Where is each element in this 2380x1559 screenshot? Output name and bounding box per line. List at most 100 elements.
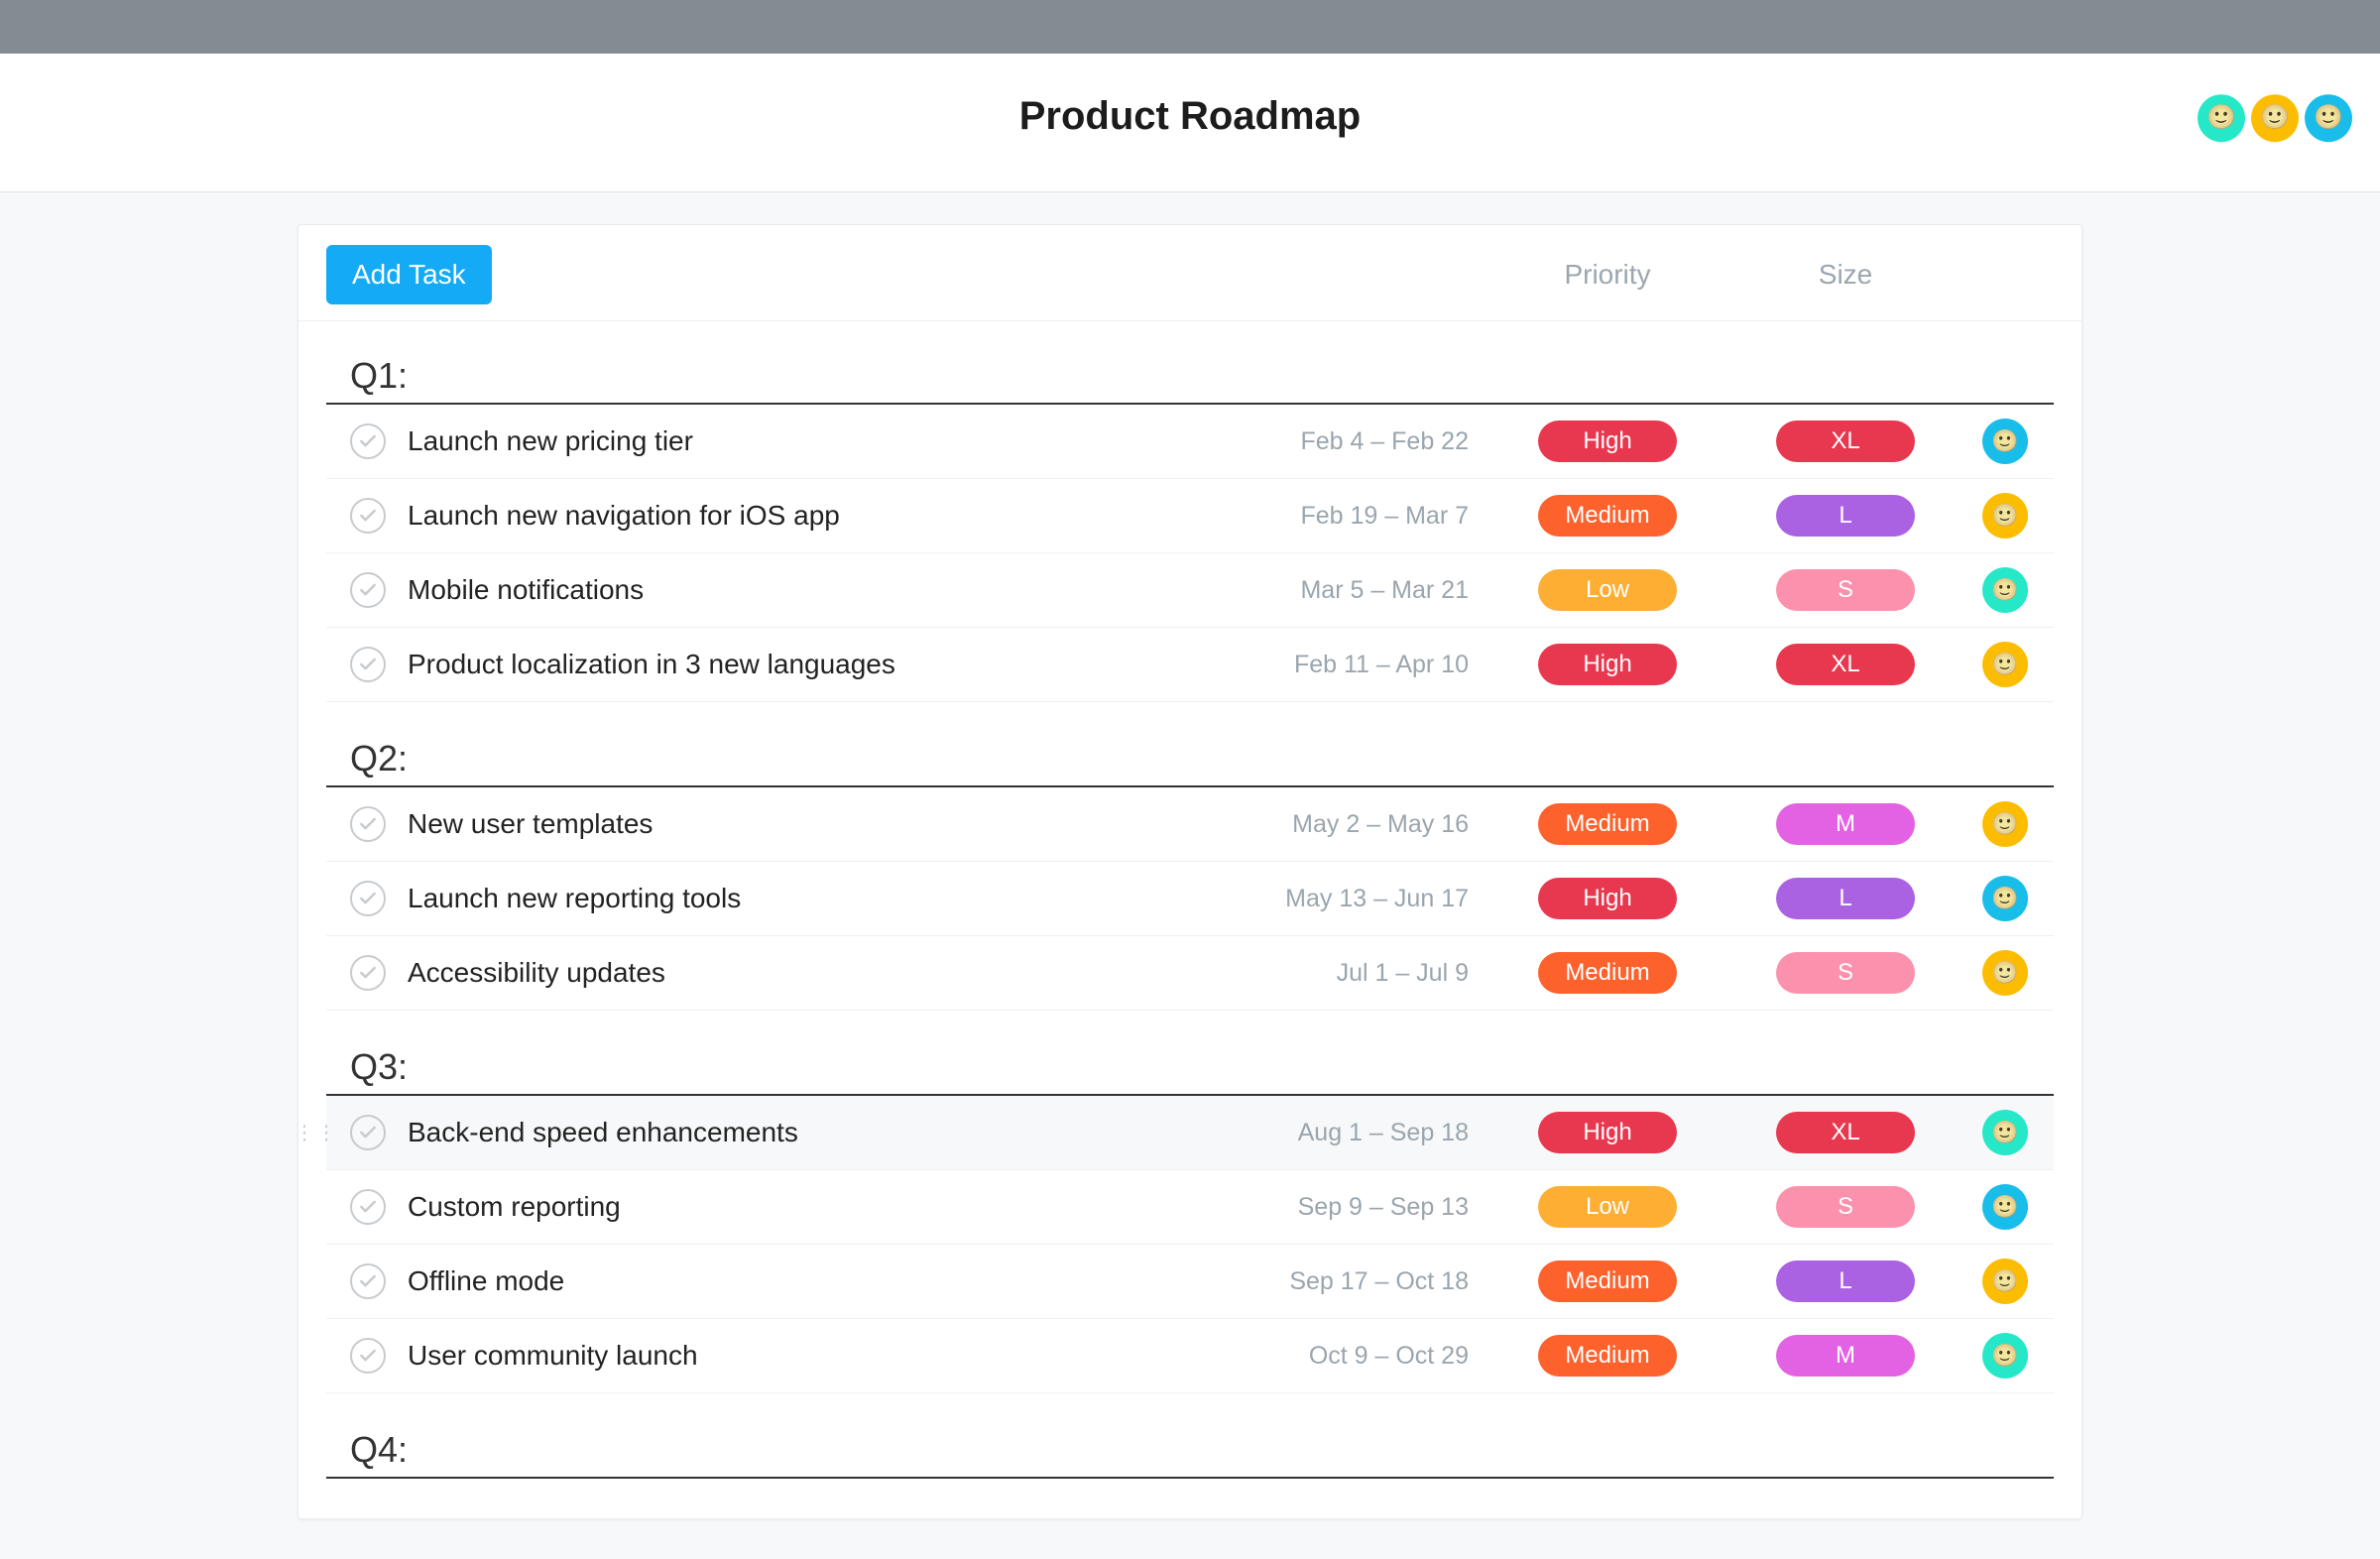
avatar[interactable]: 🙂: [1982, 419, 2028, 464]
column-headers: Priority Size: [1488, 259, 2054, 291]
tag-pill[interactable]: L: [1776, 495, 1915, 537]
size-cell: S: [1726, 1186, 1964, 1228]
size-cell: XL: [1726, 420, 1964, 462]
task-row[interactable]: ⋮⋮Back-end speed enhancementsAug 1 – Sep…: [326, 1096, 2054, 1170]
task-date-range[interactable]: Feb 19 – Mar 7: [1241, 502, 1488, 531]
task-date-range[interactable]: Oct 9 – Oct 29: [1241, 1342, 1488, 1371]
tag-pill[interactable]: Medium: [1538, 952, 1677, 994]
priority-cell: Medium: [1488, 803, 1726, 845]
task-name[interactable]: Launch new reporting tools: [408, 883, 1241, 914]
avatar[interactable]: 🙂: [1982, 493, 2028, 539]
tag-pill[interactable]: High: [1538, 644, 1677, 685]
task-date-range[interactable]: Sep 9 – Sep 13: [1241, 1193, 1488, 1222]
task-row[interactable]: ⋮⋮Custom reportingSep 9 – Sep 13LowS🙂: [326, 1170, 2054, 1245]
avatar[interactable]: 🙂: [1982, 1259, 2028, 1304]
size-cell: XL: [1726, 644, 1964, 685]
tag-pill[interactable]: Medium: [1538, 1335, 1677, 1377]
tag-pill[interactable]: XL: [1776, 644, 1915, 685]
assignee-cell: 🙂: [1964, 1259, 2054, 1304]
avatar[interactable]: 🙂: [1982, 1333, 2028, 1379]
avatar[interactable]: 🙂: [1982, 801, 2028, 847]
task-row[interactable]: ⋮⋮User community launchOct 9 – Oct 29Med…: [326, 1319, 2054, 1393]
complete-toggle[interactable]: [350, 1115, 386, 1150]
task-date-range[interactable]: May 2 – May 16: [1241, 810, 1488, 839]
task-row[interactable]: ⋮⋮Offline modeSep 17 – Oct 18MediumL🙂: [326, 1245, 2054, 1319]
task-date-range[interactable]: Jul 1 – Jul 9: [1241, 959, 1488, 988]
task-name[interactable]: Accessibility updates: [408, 957, 1241, 989]
section: Q2:⋮⋮New user templatesMay 2 – May 16Med…: [326, 702, 2054, 1011]
complete-toggle[interactable]: [350, 1263, 386, 1299]
task-name[interactable]: Launch new pricing tier: [408, 425, 1241, 457]
task-name[interactable]: User community launch: [408, 1340, 1241, 1372]
tag-pill[interactable]: XL: [1776, 420, 1915, 462]
section-heading[interactable]: Q1:: [326, 327, 2054, 405]
avatar[interactable]: 🙂: [1982, 876, 2028, 921]
complete-toggle[interactable]: [350, 572, 386, 608]
task-name[interactable]: New user templates: [408, 808, 1241, 840]
complete-toggle[interactable]: [350, 806, 386, 842]
task-row[interactable]: ⋮⋮Product localization in 3 new language…: [326, 628, 2054, 702]
task-name[interactable]: Product localization in 3 new languages: [408, 649, 1241, 680]
tag-pill[interactable]: L: [1776, 878, 1915, 919]
task-row[interactable]: ⋮⋮Launch new reporting toolsMay 13 – Jun…: [326, 862, 2054, 936]
tag-pill[interactable]: Medium: [1538, 1260, 1677, 1302]
tag-pill[interactable]: M: [1776, 1335, 1915, 1377]
task-date-range[interactable]: Sep 17 – Oct 18: [1241, 1267, 1488, 1296]
add-task-button[interactable]: Add Task: [326, 245, 492, 304]
tag-pill[interactable]: S: [1776, 952, 1915, 994]
section-heading[interactable]: Q3:: [326, 1011, 2054, 1096]
tag-pill[interactable]: Medium: [1538, 495, 1677, 537]
task-row[interactable]: ⋮⋮Accessibility updatesJul 1 – Jul 9Medi…: [326, 936, 2054, 1011]
task-date-range[interactable]: Feb 4 – Feb 22: [1241, 427, 1488, 456]
section-heading[interactable]: Q4:: [326, 1393, 2054, 1479]
tag-pill[interactable]: L: [1776, 1260, 1915, 1302]
tag-pill[interactable]: High: [1538, 878, 1677, 919]
task-name[interactable]: Mobile notifications: [408, 574, 1241, 606]
complete-toggle[interactable]: [350, 1338, 386, 1374]
priority-cell: High: [1488, 420, 1726, 462]
avatar[interactable]: 🙂: [1982, 1110, 2028, 1155]
task-name[interactable]: Back-end speed enhancements: [408, 1117, 1241, 1148]
complete-toggle[interactable]: [350, 647, 386, 682]
task-row[interactable]: ⋮⋮Launch new pricing tierFeb 4 – Feb 22H…: [326, 405, 2054, 479]
avatar[interactable]: 🙂: [2305, 94, 2352, 142]
avatar[interactable]: 🙂: [1982, 642, 2028, 687]
task-name[interactable]: Offline mode: [408, 1265, 1241, 1297]
tag-pill[interactable]: Low: [1538, 1186, 1677, 1228]
complete-toggle[interactable]: [350, 1189, 386, 1225]
tag-pill[interactable]: Medium: [1538, 803, 1677, 845]
task-date-range[interactable]: May 13 – Jun 17: [1241, 885, 1488, 913]
section-heading[interactable]: Q2:: [326, 702, 2054, 787]
tag-pill[interactable]: M: [1776, 803, 1915, 845]
tag-pill[interactable]: S: [1776, 1186, 1915, 1228]
task-name[interactable]: Custom reporting: [408, 1191, 1241, 1223]
task-date-range[interactable]: Mar 5 – Mar 21: [1241, 576, 1488, 605]
tag-pill[interactable]: XL: [1776, 1112, 1915, 1153]
tag-pill[interactable]: Low: [1538, 569, 1677, 611]
size-cell: L: [1726, 878, 1964, 919]
task-row[interactable]: ⋮⋮Mobile notificationsMar 5 – Mar 21LowS…: [326, 553, 2054, 628]
assignee-cell: 🙂: [1964, 1184, 2054, 1230]
drag-handle-icon[interactable]: ⋮⋮: [295, 1121, 338, 1145]
task-row[interactable]: ⋮⋮New user templatesMay 2 – May 16Medium…: [326, 787, 2054, 862]
avatar[interactable]: 🙂: [2198, 94, 2245, 142]
complete-toggle[interactable]: [350, 423, 386, 459]
task-date-range[interactable]: Feb 11 – Apr 10: [1241, 651, 1488, 679]
tag-pill[interactable]: High: [1538, 420, 1677, 462]
task-date-range[interactable]: Aug 1 – Sep 18: [1241, 1119, 1488, 1147]
complete-toggle[interactable]: [350, 498, 386, 534]
priority-cell: Low: [1488, 1186, 1726, 1228]
tag-pill[interactable]: S: [1776, 569, 1915, 611]
complete-toggle[interactable]: [350, 881, 386, 916]
avatar[interactable]: 🙂: [2251, 94, 2299, 142]
avatar[interactable]: 🙂: [1982, 950, 2028, 996]
complete-toggle[interactable]: [350, 955, 386, 991]
priority-cell: Medium: [1488, 952, 1726, 994]
task-row[interactable]: ⋮⋮Launch new navigation for iOS appFeb 1…: [326, 479, 2054, 553]
tag-pill[interactable]: High: [1538, 1112, 1677, 1153]
task-name[interactable]: Launch new navigation for iOS app: [408, 500, 1241, 532]
page-title: Product Roadmap: [1019, 94, 1361, 139]
avatar[interactable]: 🙂: [1982, 1184, 2028, 1230]
assignee-cell: 🙂: [1964, 642, 2054, 687]
avatar[interactable]: 🙂: [1982, 567, 2028, 613]
